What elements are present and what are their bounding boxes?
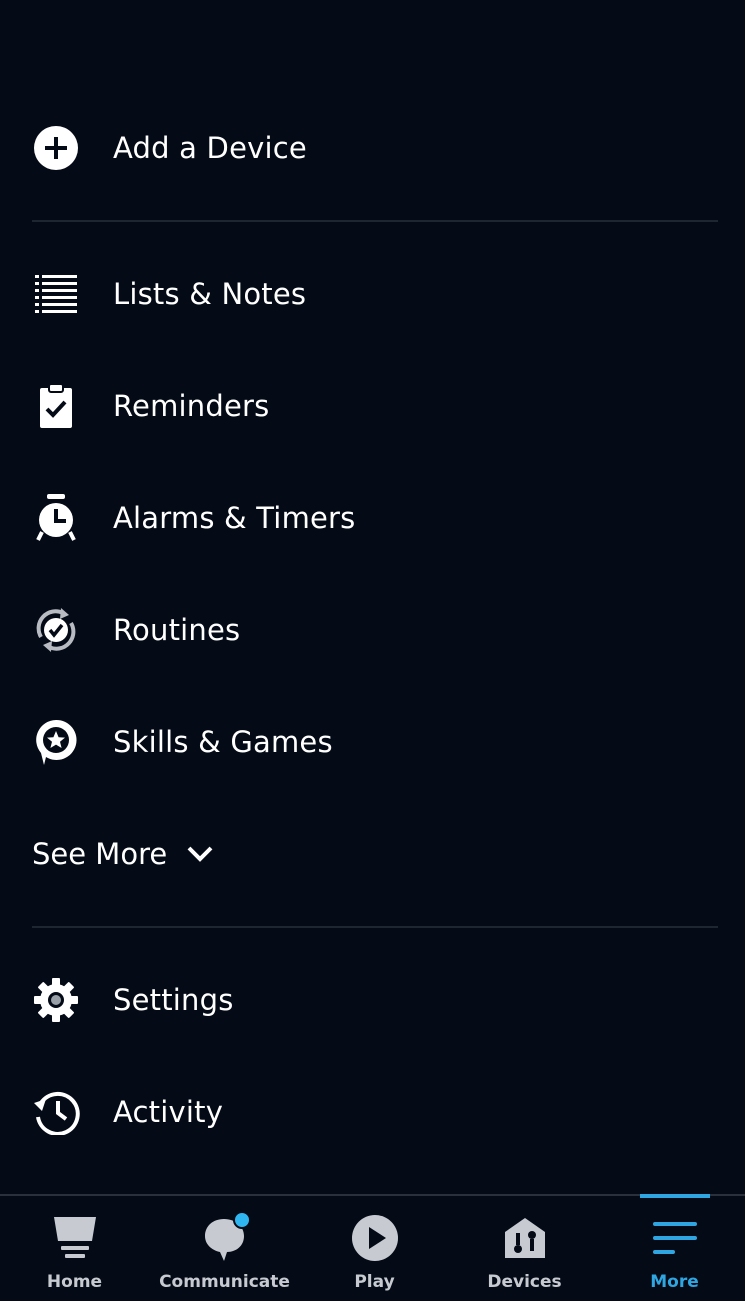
list-icon	[32, 270, 80, 318]
routines-label: Routines	[113, 613, 241, 647]
nav-devices[interactable]: Devices	[450, 1196, 599, 1301]
settings-label: Settings	[113, 983, 234, 1017]
gear-icon	[32, 976, 80, 1024]
notification-dot	[232, 1211, 251, 1229]
lists-notes-label: Lists & Notes	[113, 277, 307, 311]
devices-house-icon	[497, 1210, 553, 1266]
history-clock-icon	[32, 1088, 80, 1136]
clipboard-check-icon	[32, 382, 80, 430]
speech-bubble-star-icon	[32, 718, 80, 766]
bottom-nav: Home Communicate Play Devices More	[0, 1194, 745, 1301]
see-more-label: See More	[32, 837, 168, 871]
nav-play-label: Play	[354, 1272, 395, 1292]
chat-bubble-icon	[197, 1210, 253, 1266]
alarms-timers-label: Alarms & Timers	[113, 501, 356, 535]
hamburger-menu-icon	[647, 1210, 703, 1266]
nav-play[interactable]: Play	[300, 1196, 449, 1301]
nav-more[interactable]: More	[600, 1196, 745, 1301]
reminders-item[interactable]: Reminders	[0, 366, 745, 446]
see-more-toggle[interactable]: See More	[32, 822, 213, 886]
divider	[32, 220, 718, 222]
routine-cycle-check-icon	[32, 606, 80, 654]
add-device-label: Add a Device	[113, 131, 307, 165]
home-cup-icon	[47, 1210, 103, 1266]
reminders-label: Reminders	[113, 389, 270, 423]
play-icon	[347, 1210, 403, 1266]
settings-item[interactable]: Settings	[0, 960, 745, 1040]
nav-communicate[interactable]: Communicate	[150, 1196, 299, 1301]
nav-home-label: Home	[46, 1272, 103, 1292]
plus-circle-icon	[32, 124, 80, 172]
nav-communicate-label: Communicate	[159, 1272, 290, 1292]
activity-label: Activity	[113, 1095, 224, 1129]
alarm-clock-icon	[32, 494, 80, 542]
nav-devices-label: Devices	[487, 1272, 562, 1292]
routines-item[interactable]: Routines	[0, 590, 745, 670]
chevron-down-icon	[187, 841, 213, 867]
nav-more-label: More	[650, 1272, 699, 1292]
alarms-timers-item[interactable]: Alarms & Timers	[0, 478, 745, 558]
skills-games-item[interactable]: Skills & Games	[0, 702, 745, 782]
add-device-item[interactable]: Add a Device	[0, 108, 745, 188]
divider	[32, 926, 718, 928]
skills-games-label: Skills & Games	[113, 725, 333, 759]
nav-home[interactable]: Home	[0, 1196, 149, 1301]
activity-item[interactable]: Activity	[0, 1072, 745, 1152]
lists-notes-item[interactable]: Lists & Notes	[0, 254, 745, 334]
